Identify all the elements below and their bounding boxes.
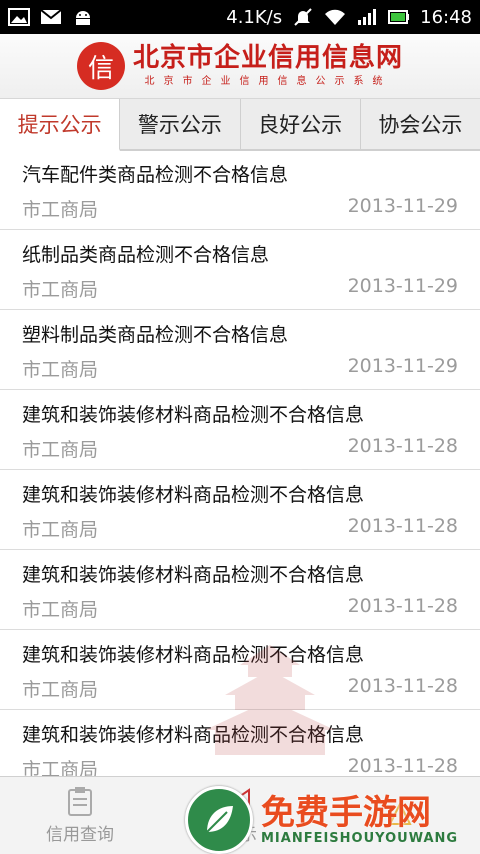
signal-icon [358, 9, 377, 25]
nav-credit-query[interactable]: 信用查询 [0, 777, 160, 854]
item-source: 市工商局 [22, 439, 99, 461]
image-icon [8, 8, 30, 26]
tab-good-notice[interactable]: 良好公示 [241, 99, 361, 149]
item-date: 2013-11-28 [347, 675, 458, 697]
item-title: 塑料制品类商品检测不合格信息 [22, 324, 289, 346]
list-item[interactable]: 建筑和装饰装修材料商品检测不合格信息 市工商局 2013-11-28 [0, 710, 480, 776]
item-date: 2013-11-28 [347, 435, 458, 457]
list-item[interactable]: 建筑和装饰装修材料商品检测不合格信息 市工商局 2013-11-28 [0, 630, 480, 710]
wifi-icon [325, 9, 346, 25]
item-title: 建筑和装饰装修材料商品检测不合格信息 [22, 484, 365, 506]
item-title: 纸制品类商品检测不合格信息 [22, 244, 270, 266]
bottom-nav: 信用查询 公示 [0, 776, 480, 854]
item-date: 2013-11-29 [347, 275, 458, 297]
item-date: 2013-11-29 [347, 355, 458, 377]
list-item[interactable]: 纸制品类商品检测不合格信息 市工商局 2013-11-29 [0, 230, 480, 310]
item-date: 2013-11-29 [347, 195, 458, 217]
list-item[interactable]: 建筑和装饰装修材料商品检测不合格信息 市工商局 2013-11-28 [0, 470, 480, 550]
tab-bar: 提示公示 警示公示 良好公示 协会公示 [0, 99, 480, 151]
item-source: 市工商局 [22, 759, 99, 776]
list-item[interactable]: 建筑和装饰装修材料商品检测不合格信息 市工商局 2013-11-28 [0, 390, 480, 470]
app-header: 信 北京市企业信用信息网 北京市企业信用信息公示系统 [0, 34, 480, 99]
more-icon [388, 801, 412, 825]
clock: 16:48 [420, 6, 472, 28]
nav-more[interactable] [320, 777, 480, 854]
tab-warning-notice[interactable]: 警示公示 [120, 99, 241, 149]
item-source: 市工商局 [22, 279, 99, 301]
mail-icon [40, 9, 62, 24]
item-title: 建筑和装饰装修材料商品检测不合格信息 [22, 724, 365, 746]
item-date: 2013-11-28 [347, 755, 458, 776]
item-title: 建筑和装饰装修材料商品检测不合格信息 [22, 564, 365, 586]
status-bar: 4.1K/s 16:48 [0, 0, 480, 34]
page-title: 北京市企业信用信息网 [132, 43, 403, 73]
tab-association-notice[interactable]: 协会公示 [361, 99, 480, 149]
list-item[interactable]: 汽车配件类商品检测不合格信息 市工商局 2013-11-29 [0, 150, 480, 230]
list-item[interactable]: 塑料制品类商品检测不合格信息 市工商局 2013-11-29 [0, 310, 480, 390]
nav-notice-label: 公示 [223, 825, 257, 845]
list-item[interactable]: 建筑和装饰装修材料商品检测不合格信息 市工商局 2013-11-28 [0, 550, 480, 630]
item-date: 2013-11-28 [347, 515, 458, 537]
item-source: 市工商局 [22, 599, 99, 621]
android-icon [76, 11, 90, 25]
item-source: 市工商局 [22, 519, 99, 541]
item-source: 市工商局 [22, 199, 99, 221]
page-subtitle: 北京市企业信用信息公示系统 [144, 76, 392, 87]
megaphone-icon [228, 788, 250, 814]
item-title: 建筑和装饰装修材料商品检测不合格信息 [22, 404, 365, 426]
battery-icon [388, 10, 410, 24]
item-source: 市工商局 [22, 359, 99, 381]
item-source: 市工商局 [22, 679, 99, 701]
notice-list[interactable]: 汽车配件类商品检测不合格信息 市工商局 2013-11-29 纸制品类商品检测不合… [0, 150, 480, 776]
seal-logo-icon: 信 [76, 42, 125, 90]
mute-icon [294, 8, 312, 26]
tab-tip-notice[interactable]: 提示公示 [0, 99, 121, 151]
item-title: 汽车配件类商品检测不合格信息 [22, 164, 289, 186]
item-title: 建筑和装饰装修材料商品检测不合格信息 [22, 644, 365, 666]
nav-credit-query-label: 信用查询 [46, 825, 114, 845]
nav-notice[interactable]: 公示 [160, 777, 320, 854]
network-speed: 4.1K/s [226, 6, 283, 28]
clipboard-icon [68, 787, 92, 816]
item-date: 2013-11-28 [347, 595, 458, 617]
